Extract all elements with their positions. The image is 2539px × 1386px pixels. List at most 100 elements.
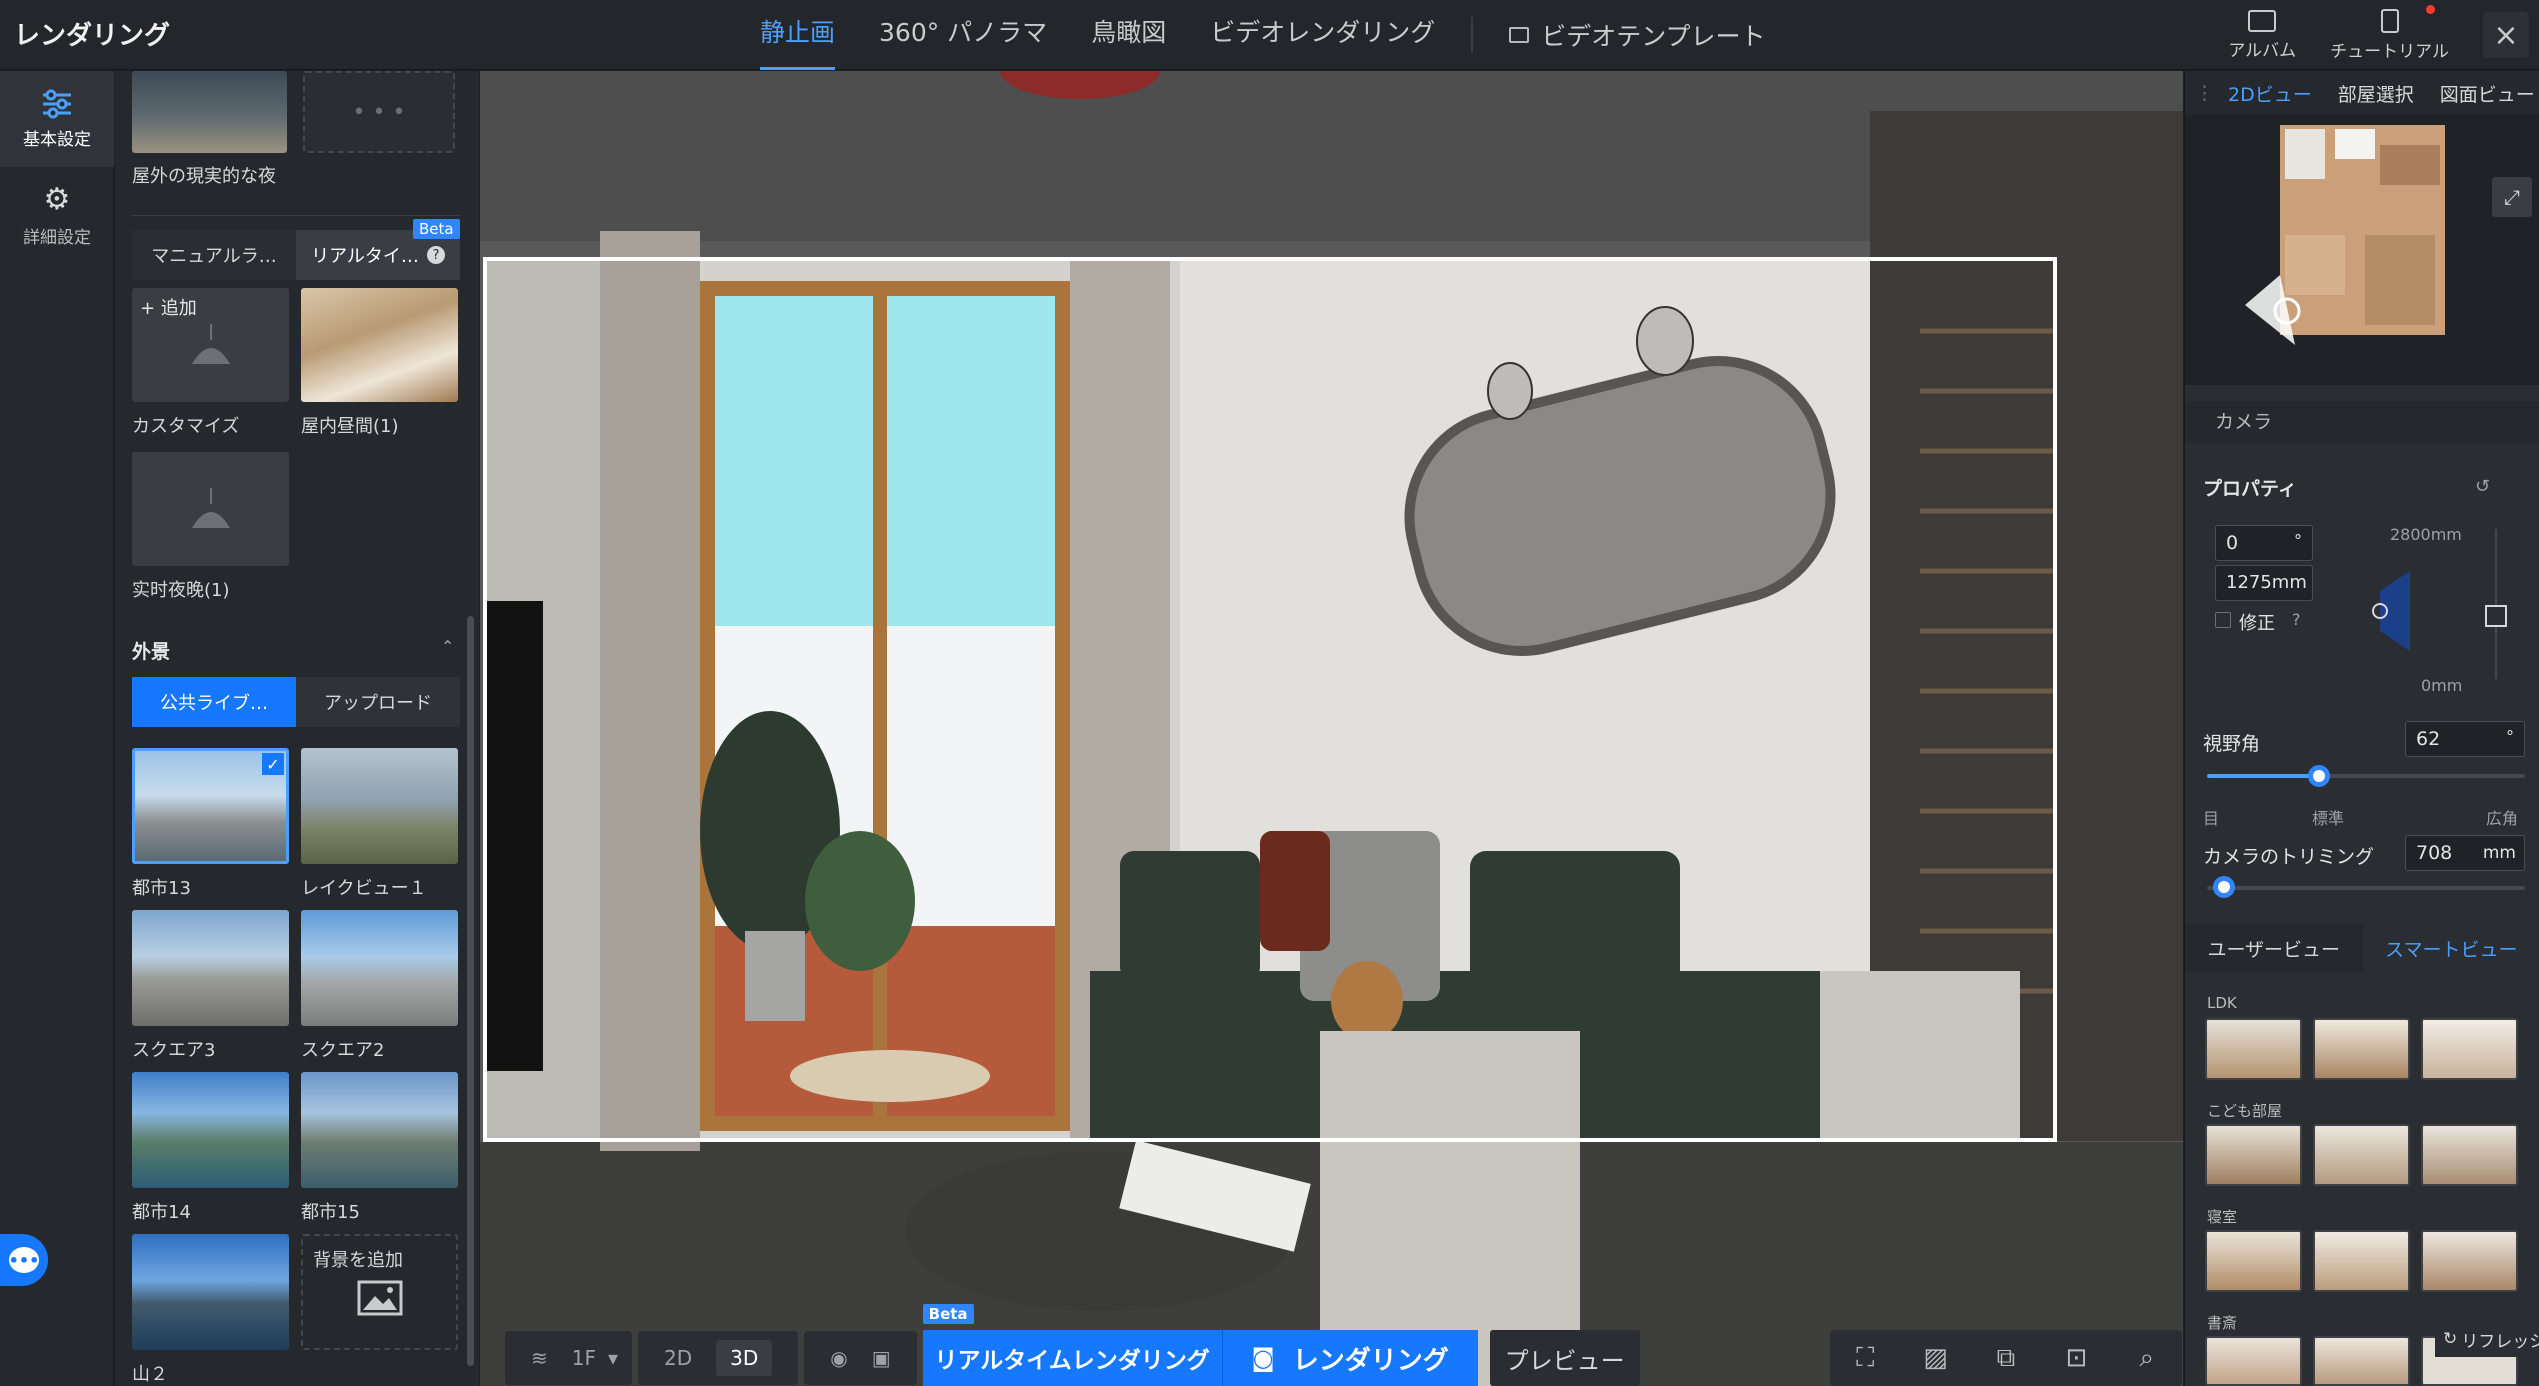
drag-handle-icon[interactable]: ⋮ [2195,82,2214,104]
sliders-icon [43,89,71,118]
expand-icon[interactable]: ⤢ [2492,177,2532,217]
help-icon[interactable]: ? [2292,610,2301,629]
cube-icon[interactable]: ▣ [872,1346,891,1370]
reset-icon[interactable]: ↺ [2475,476,2490,497]
smart-view-thumb[interactable] [2313,1124,2410,1186]
render-button[interactable]: ◙ レンダリング [1222,1330,1478,1386]
smart-view-tab[interactable]: スマートビュー [2362,923,2539,973]
mode-2d-button[interactable]: 2D [664,1346,692,1370]
3d-viewport[interactable] [480,71,2183,1386]
image-icon[interactable]: ▨ [1919,1341,1953,1375]
angle-input[interactable]: 0 ° [2215,525,2313,561]
height-slider-handle[interactable] [2485,605,2507,627]
trim-slider-track [2207,886,2525,890]
preset-indoor-day[interactable] [301,288,458,402]
focus-icon[interactable]: ⊡ [2059,1341,2093,1375]
smart-view-thumb[interactable] [2421,1230,2518,1292]
smart-view-thumb[interactable] [2421,1018,2518,1080]
tab-room-select[interactable]: 部屋選択 [2338,80,2414,107]
refresh-button[interactable]: ↻ リフレッシュ [2435,1321,2539,1357]
video-template-button[interactable]: ビデオテンプレート [1509,17,1765,53]
tab-upload[interactable]: アップロード [296,677,460,727]
more-presets-button[interactable]: • • • [303,71,455,153]
angle-unit: ° [2294,531,2302,550]
frame-select-icon[interactable]: ⛶ [1848,1341,1882,1375]
preset-realtime-night[interactable] [132,452,289,566]
tab-manual-lighting[interactable]: マニュアルラ… [132,230,296,280]
tab-panorama[interactable]: 360° パノラマ [879,0,1047,70]
height-input[interactable]: 1275mm [2215,565,2313,601]
crop-icon[interactable]: ⧉ [1989,1341,2023,1375]
video-template-label: ビデオテンプレート [1541,22,1766,51]
trim-value: 708 [2416,842,2453,864]
tab-still-image[interactable]: 静止画 [760,0,836,70]
background-city13[interactable]: ✓ [132,748,289,864]
refresh-icon: ↻ [2443,1329,2458,1349]
close-button[interactable]: × [2483,12,2529,58]
tab-video-rendering[interactable]: ビデオレンダリング [1210,0,1435,70]
beta-badge: Beta [922,1304,974,1324]
smart-view-thumb[interactable] [2205,1018,2302,1080]
trim-slider-knob[interactable] [2213,876,2235,898]
zoom-icon[interactable]: ⌕ [2130,1341,2164,1375]
album-icon [2248,9,2277,32]
bottom-toolbar: ≋ 1F ▾ 2D 3D ◉ ▣ Beta リアルタイムレンダリング ◙ レンダ… [505,1304,1640,1386]
album-button[interactable]: アルバム [2228,9,2296,61]
realtime-rendering-button[interactable]: Beta リアルタイムレンダリング [922,1304,1223,1386]
preset-thumb-outdoor-night[interactable] [132,71,287,153]
floorplan [2245,125,2445,345]
smart-view-thumb[interactable] [2205,1336,2302,1386]
preview-button[interactable]: プレビュー [1489,1330,1640,1386]
add-background-button[interactable]: 背景を追加 [301,1234,458,1350]
panel-scrollbar[interactable] [467,616,474,1366]
top-bar: レンダリング 静止画 360° パノラマ 鳥瞰図 ビデオレンダリング ビデオテン… [0,0,2539,70]
help-icon[interactable]: ? [426,246,445,264]
smart-view-thumb[interactable] [2421,1124,2518,1186]
preset-customize[interactable]: + 追加 [132,288,289,402]
correction-checkbox[interactable] [2215,612,2231,628]
tab-drawing-view[interactable]: 図面ビュー [2440,80,2535,107]
mode-3d-button[interactable]: 3D [716,1340,773,1376]
tab-2d-view[interactable]: 2Dビュー [2228,80,2312,107]
rail-advanced-settings[interactable]: ⚙ 詳細設定 [0,167,114,263]
background-section-title: 外景 [132,641,171,663]
smart-view-thumb[interactable] [2313,1336,2410,1386]
background-square2[interactable] [301,910,458,1026]
background-city15[interactable] [301,1072,458,1188]
room-title-ldk: LDK [2207,994,2237,1012]
eye-icon[interactable]: ◉ [830,1346,847,1370]
rail-basic-settings[interactable]: 基本設定 [0,71,114,167]
background-label-city13: 都市13 [132,878,191,899]
tab-birds-eye[interactable]: 鳥瞰図 [1091,0,1166,70]
rail-advanced-label: 詳細設定 [23,228,91,248]
notification-dot [2426,4,2435,14]
view-tabs: ⋮ 2Dビュー 部屋選択 図面ビュー [2185,71,2539,115]
tutorial-button[interactable]: チュートリアル [2330,4,2449,62]
background-mountain2[interactable] [132,1234,289,1350]
preset-label-indoor-day: 屋内昼間(1) [301,416,399,437]
smart-view-thumb[interactable] [2313,1018,2410,1080]
background-label-city15: 都市15 [301,1202,360,1223]
room-title-bedroom: 寝室 [2207,1208,2238,1226]
background-square3[interactable] [132,910,289,1026]
background-city14[interactable] [132,1072,289,1188]
floorplan-minimap[interactable]: ⤢ [2185,115,2539,385]
user-view-tab[interactable]: ユーザービュー [2185,923,2363,973]
floor-selector[interactable]: ≋ 1F ▾ [505,1331,633,1385]
image-icon [357,1280,403,1316]
fov-input[interactable]: 62 ° [2405,721,2525,757]
render-frame[interactable] [483,257,2057,1142]
tab-public-library[interactable]: 公共ライブ… [132,677,296,727]
collapse-chevron-icon[interactable]: ⌃ [441,637,454,656]
background-label-mountain2: 山２ [132,1364,168,1385]
fov-slider-knob[interactable] [2308,765,2330,787]
preset-label-outdoor-night: 屋外の現実的な夜 [132,166,276,187]
smart-view-thumb[interactable] [2205,1230,2302,1292]
background-label-square3: スクエア3 [132,1040,216,1061]
smart-view-thumb[interactable] [2205,1124,2302,1186]
trim-input[interactable]: 708 mm [2405,835,2525,871]
smart-view-thumb[interactable] [2313,1230,2410,1292]
angle-value: 0 [2226,532,2239,554]
background-lakeview1[interactable] [301,748,458,864]
lamp-icon [192,324,230,364]
